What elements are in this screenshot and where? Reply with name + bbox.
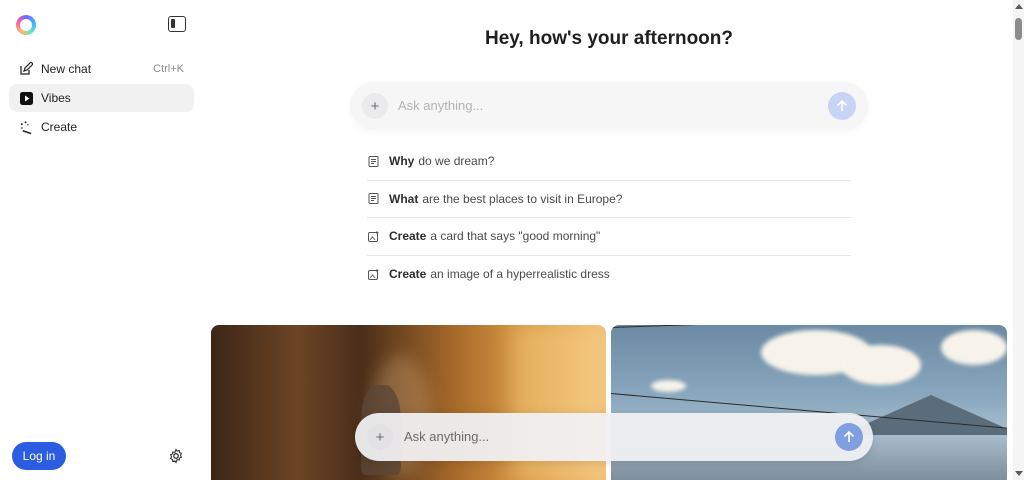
play-icon xyxy=(19,91,33,105)
arrow-up-icon xyxy=(836,100,848,111)
suggestion-keyword: Create xyxy=(389,267,427,282)
create-label: Create xyxy=(41,120,78,134)
image-detail xyxy=(611,325,761,328)
document-icon xyxy=(367,193,379,205)
gear-icon[interactable] xyxy=(168,448,184,464)
scroll-up-icon[interactable] xyxy=(1015,4,1023,9)
scroll-down-icon[interactable] xyxy=(1015,471,1023,476)
suggestion-text: a card that says "good morning" xyxy=(430,229,601,244)
main-content: Hey, how's your afternoon? + Ask anythin… xyxy=(205,0,1013,480)
login-button[interactable]: Log in xyxy=(12,442,66,470)
vibes-label: Vibes xyxy=(41,91,71,105)
arrow-up-icon xyxy=(843,431,855,442)
sidebar: New chat Ctrl+K Vibes Create Log in xyxy=(0,0,205,480)
suggestion-keyword: What xyxy=(389,191,419,206)
plus-icon[interactable]: + xyxy=(362,93,388,119)
bottom-search-input[interactable]: + Ask anything... xyxy=(355,413,873,461)
app: New chat Ctrl+K Vibes Create Log in Hey,… xyxy=(0,0,1024,480)
bottom-search-placeholder: Ask anything... xyxy=(404,429,490,444)
magic-wand-icon xyxy=(19,120,33,134)
plus-icon[interactable]: + xyxy=(367,424,393,450)
document-icon xyxy=(367,155,379,167)
suggestion-text: do we dream? xyxy=(418,154,495,169)
new-chat-label: New chat xyxy=(41,62,92,76)
image-detail xyxy=(651,380,686,392)
image-sparkle-icon xyxy=(367,268,379,280)
suggestion-item[interactable]: What are the best places to visit in Eur… xyxy=(367,181,851,218)
suggestion-list: Why do we dream? What are the best place… xyxy=(367,143,851,293)
send-button[interactable] xyxy=(828,92,856,120)
sidebar-item-create[interactable]: Create xyxy=(9,113,194,141)
edit-icon xyxy=(19,62,33,76)
sidebar-toggle-icon[interactable] xyxy=(168,16,186,32)
suggestion-text: are the best places to visit in Europe? xyxy=(422,191,623,206)
scroll-thumb[interactable] xyxy=(1015,18,1022,40)
image-detail xyxy=(941,330,1007,365)
suggestion-keyword: Create xyxy=(389,229,427,244)
image-detail xyxy=(841,345,921,385)
suggestion-item[interactable]: Create an image of a hyperrealistic dres… xyxy=(367,256,851,294)
suggestion-item[interactable]: Create a card that says "good morning" xyxy=(367,218,851,256)
logo-icon[interactable] xyxy=(16,15,36,35)
new-chat-shortcut: Ctrl+K xyxy=(153,63,184,75)
greeting-title: Hey, how's your afternoon? xyxy=(484,28,734,49)
sidebar-item-vibes[interactable]: Vibes xyxy=(9,84,194,112)
search-placeholder: Ask anything... xyxy=(398,98,484,113)
new-chat-button[interactable]: New chat Ctrl+K xyxy=(9,55,194,83)
send-button[interactable] xyxy=(835,423,863,451)
search-input[interactable]: + Ask anything... xyxy=(350,82,868,130)
suggestion-text: an image of a hyperrealistic dress xyxy=(430,267,610,282)
scrollbar[interactable] xyxy=(1013,0,1024,480)
suggestion-keyword: Why xyxy=(389,154,415,169)
image-sparkle-icon xyxy=(367,230,379,242)
suggestion-item[interactable]: Why do we dream? xyxy=(367,143,851,181)
